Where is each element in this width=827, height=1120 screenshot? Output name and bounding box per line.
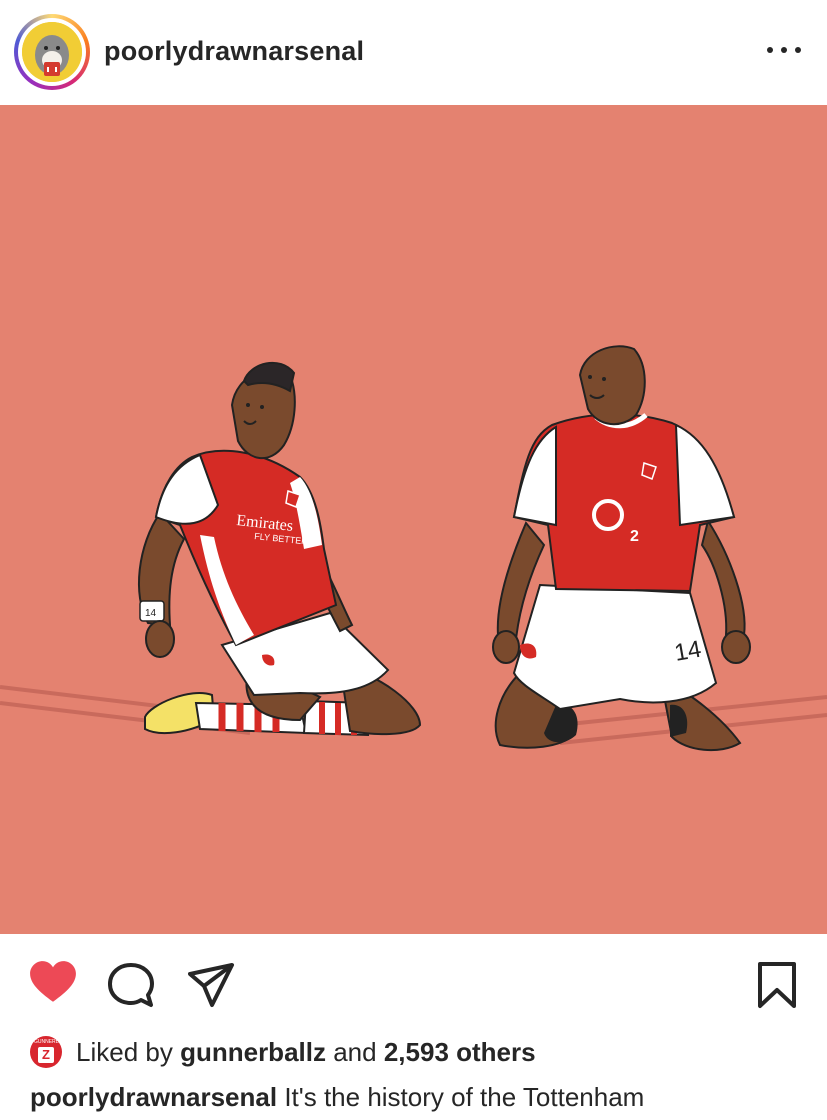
more-options-icon[interactable] xyxy=(767,40,801,60)
bookmark-icon[interactable] xyxy=(756,960,798,1010)
caption-text: It's the history of the Tottenham xyxy=(284,1082,645,1112)
liker-username[interactable]: gunnerballz xyxy=(180,1037,326,1068)
left-wristband-number: 14 xyxy=(145,608,157,619)
likes-summary[interactable]: GUNNERBALLZ Z Liked by gunnerballz and 2… xyxy=(30,1034,536,1070)
right-shorts-number: 14 xyxy=(672,636,703,667)
post-caption: poorlydrawnarsenal It's the history of t… xyxy=(30,1082,644,1113)
post-image[interactable]: 14 Emirates FLY BETTER 14 2 xyxy=(0,105,827,934)
post-header: poorlydrawnarsenal xyxy=(0,0,827,105)
likes-conjunction: and xyxy=(333,1036,377,1067)
profile-avatar[interactable] xyxy=(14,14,90,90)
send-icon[interactable] xyxy=(186,960,236,1010)
post-username[interactable]: poorlydrawnarsenal xyxy=(104,36,364,67)
likes-count[interactable]: 2,593 others xyxy=(384,1037,536,1068)
post-actions xyxy=(0,934,827,1034)
liker-avatar[interactable]: GUNNERBALLZ Z xyxy=(30,1036,62,1068)
likes-prefix: Liked by xyxy=(76,1036,173,1067)
right-sponsor-sub: 2 xyxy=(630,528,639,545)
illustration: 14 Emirates FLY BETTER 14 2 xyxy=(0,105,827,934)
heart-icon[interactable] xyxy=(28,958,78,1008)
caption-username[interactable]: poorlydrawnarsenal xyxy=(30,1082,277,1112)
comment-icon[interactable] xyxy=(108,962,154,1008)
